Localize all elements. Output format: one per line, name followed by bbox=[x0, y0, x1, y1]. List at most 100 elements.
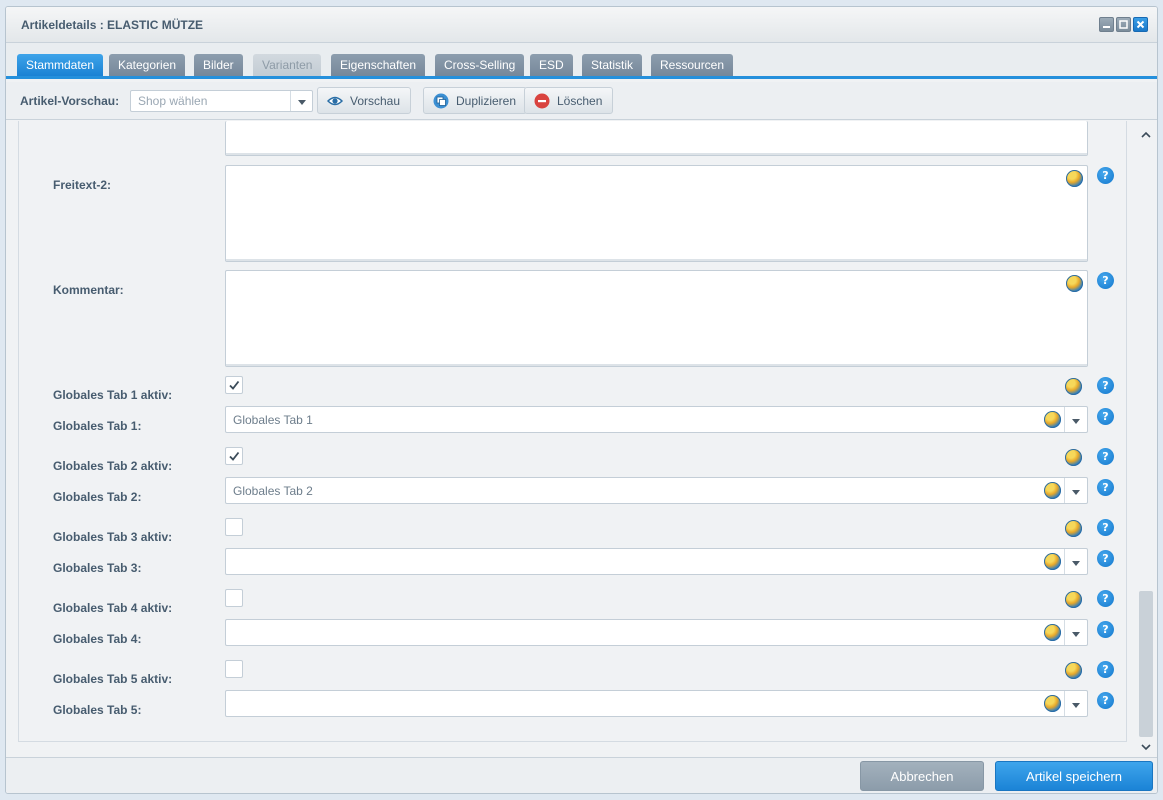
freitext-2-label: Freitext-2: bbox=[53, 178, 112, 192]
help-icon[interactable]: ? bbox=[1097, 692, 1114, 709]
minimize-icon bbox=[1103, 26, 1110, 28]
help-icon[interactable]: ? bbox=[1097, 272, 1114, 289]
chevron-up-icon[interactable] bbox=[1140, 129, 1152, 141]
global-tab-3-active-label: Globales Tab 3 aktiv: bbox=[53, 530, 173, 544]
window-titlebar[interactable]: Artikeldetails : ELASTIC MÜTZE bbox=[6, 7, 1157, 43]
globe-icon[interactable] bbox=[1066, 275, 1083, 292]
global-tab-4-active-label: Globales Tab 4 aktiv: bbox=[53, 601, 173, 615]
global-tab-1-value: Globales Tab 1 bbox=[233, 413, 313, 427]
help-icon[interactable]: ? bbox=[1097, 479, 1114, 496]
global-tab-1-active-checkbox[interactable] bbox=[225, 376, 243, 394]
globe-icon[interactable] bbox=[1044, 411, 1061, 428]
scrollbar-thumb[interactable] bbox=[1139, 591, 1153, 737]
close-icon bbox=[1136, 20, 1145, 29]
shop-select-placeholder: Shop wählen bbox=[138, 94, 208, 108]
help-icon[interactable]: ? bbox=[1097, 519, 1114, 536]
globe-icon[interactable] bbox=[1044, 695, 1061, 712]
global-tab-4-label: Globales Tab 4: bbox=[53, 632, 142, 646]
duplicate-icon bbox=[433, 93, 449, 109]
global-tab-2-active-checkbox[interactable] bbox=[225, 447, 243, 465]
shop-select[interactable]: Shop wählen bbox=[130, 90, 313, 112]
help-icon[interactable]: ? bbox=[1097, 167, 1114, 184]
help-icon[interactable]: ? bbox=[1097, 590, 1114, 607]
global-tab-1-select[interactable]: Globales Tab 1 bbox=[225, 406, 1088, 433]
toolbar: Artikel-Vorschau: Shop wählen Vorschau D… bbox=[6, 82, 1157, 120]
global-tab-2-label: Globales Tab 2: bbox=[53, 490, 142, 504]
freitext-2-textarea[interactable] bbox=[225, 165, 1088, 262]
global-tab-5-active-checkbox[interactable] bbox=[225, 660, 243, 678]
globe-icon[interactable] bbox=[1066, 170, 1083, 187]
delete-icon bbox=[534, 93, 550, 109]
tab-varianten: Varianten bbox=[253, 54, 322, 76]
tab-eigenschaften[interactable]: Eigenschaften bbox=[331, 54, 426, 76]
tab-stammdaten[interactable]: Stammdaten bbox=[17, 54, 104, 76]
vertical-scrollbar[interactable] bbox=[1137, 121, 1155, 757]
freitext-1-textarea[interactable] bbox=[225, 121, 1088, 156]
tab-bilder[interactable]: Bilder bbox=[194, 54, 243, 76]
help-icon[interactable]: ? bbox=[1097, 448, 1114, 465]
chevron-down-icon[interactable] bbox=[1140, 741, 1152, 753]
window-title: Artikeldetails : ELASTIC MÜTZE bbox=[21, 18, 204, 32]
maximize-button[interactable] bbox=[1116, 17, 1131, 32]
global-tab-5-label: Globales Tab 5: bbox=[53, 703, 142, 717]
globe-icon[interactable] bbox=[1065, 520, 1082, 537]
global-tab-2-active-label: Globales Tab 2 aktiv: bbox=[53, 459, 173, 473]
help-icon[interactable]: ? bbox=[1097, 377, 1114, 394]
global-tab-3-select[interactable] bbox=[225, 548, 1088, 575]
global-tab-2-value: Globales Tab 2 bbox=[233, 484, 313, 498]
chevron-down-icon[interactable] bbox=[1064, 407, 1087, 432]
global-tab-1-label: Globales Tab 1: bbox=[53, 419, 142, 433]
chevron-down-icon[interactable] bbox=[1064, 549, 1087, 574]
tab-cross-selling[interactable]: Cross-Selling bbox=[435, 54, 525, 76]
eye-icon bbox=[327, 96, 343, 106]
tab-kategorien[interactable]: Kategorien bbox=[109, 54, 186, 76]
global-tab-4-active-checkbox[interactable] bbox=[225, 589, 243, 607]
chevron-down-icon[interactable] bbox=[290, 91, 312, 111]
tab-ressourcen[interactable]: Ressourcen bbox=[651, 54, 734, 76]
global-tab-3-label: Globales Tab 3: bbox=[53, 561, 142, 575]
maximize-icon bbox=[1119, 20, 1128, 29]
close-button[interactable] bbox=[1133, 17, 1148, 32]
minimize-button[interactable] bbox=[1099, 17, 1114, 32]
chevron-down-icon[interactable] bbox=[1064, 620, 1087, 645]
global-tab-3-active-checkbox[interactable] bbox=[225, 518, 243, 536]
preview-label: Artikel-Vorschau: bbox=[20, 94, 120, 108]
tab-bar: Stammdaten Kategorien Bilder Varianten E… bbox=[6, 43, 1157, 79]
duplizieren-button[interactable]: Duplizieren bbox=[423, 87, 528, 114]
vorschau-button[interactable]: Vorschau bbox=[317, 87, 412, 114]
globe-icon[interactable] bbox=[1044, 553, 1061, 570]
globe-icon[interactable] bbox=[1044, 624, 1061, 641]
article-details-window: Artikeldetails : ELASTIC MÜTZE Stammdate… bbox=[5, 6, 1158, 794]
global-tab-5-active-label: Globales Tab 5 aktiv: bbox=[53, 672, 173, 686]
tab-statistik[interactable]: Statistik bbox=[582, 54, 643, 76]
cancel-button[interactable]: Abbrechen bbox=[860, 761, 984, 791]
checkmark-icon bbox=[229, 451, 240, 461]
loeschen-label: Löschen bbox=[557, 94, 603, 108]
help-icon[interactable]: ? bbox=[1097, 408, 1114, 425]
globe-icon[interactable] bbox=[1044, 482, 1061, 499]
globe-icon[interactable] bbox=[1065, 449, 1082, 466]
help-icon[interactable]: ? bbox=[1097, 550, 1114, 567]
form-content: Freitext-2: ? Kommentar: ? Globales Tab … bbox=[6, 121, 1157, 757]
globe-icon[interactable] bbox=[1065, 378, 1082, 395]
form-panel: Freitext-2: ? Kommentar: ? Globales Tab … bbox=[18, 121, 1127, 742]
globe-icon[interactable] bbox=[1065, 591, 1082, 608]
checkmark-icon bbox=[229, 380, 240, 390]
help-icon[interactable]: ? bbox=[1097, 661, 1114, 678]
help-icon[interactable]: ? bbox=[1097, 621, 1114, 638]
chevron-down-icon[interactable] bbox=[1064, 691, 1087, 716]
footer: Abbrechen Artikel speichern bbox=[6, 757, 1157, 793]
global-tab-2-select[interactable]: Globales Tab 2 bbox=[225, 477, 1088, 504]
tab-esd[interactable]: ESD bbox=[530, 54, 573, 76]
loeschen-button[interactable]: Löschen bbox=[524, 87, 614, 114]
duplizieren-label: Duplizieren bbox=[456, 94, 517, 108]
vorschau-label: Vorschau bbox=[350, 94, 401, 108]
global-tab-4-select[interactable] bbox=[225, 619, 1088, 646]
kommentar-textarea[interactable] bbox=[225, 270, 1088, 367]
chevron-down-icon[interactable] bbox=[1064, 478, 1087, 503]
global-tab-5-select[interactable] bbox=[225, 690, 1088, 717]
save-article-button[interactable]: Artikel speichern bbox=[995, 761, 1153, 791]
globe-icon[interactable] bbox=[1065, 662, 1082, 679]
window-controls bbox=[1099, 17, 1148, 32]
kommentar-label: Kommentar: bbox=[53, 283, 124, 297]
